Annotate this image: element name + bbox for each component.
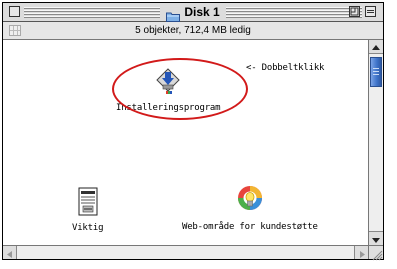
- title-bar[interactable]: Disk 1: [3, 3, 383, 22]
- highlight-circle: [112, 58, 248, 120]
- readme-label: Viktig: [72, 223, 104, 233]
- finder-window: Disk 1 5 objekter, 712,4 MB ledig Instal…: [2, 2, 384, 261]
- folder-icon: [166, 7, 181, 22]
- window-title: Disk 1: [184, 5, 220, 19]
- resize-grip-icon: [372, 250, 383, 261]
- scroll-up-button[interactable]: [369, 40, 383, 54]
- collapse-box[interactable]: [365, 6, 376, 17]
- vertical-scroll-thumb[interactable]: [370, 57, 382, 87]
- window-content: Installeringsprogram <- Dobbeltklikk Vik…: [3, 40, 368, 245]
- arrow-right-icon: [360, 251, 365, 258]
- zoom-box[interactable]: [349, 6, 360, 17]
- horizontal-scrollbar[interactable]: [3, 245, 368, 259]
- document-icon[interactable]: [77, 187, 99, 221]
- scroll-right-button[interactable]: [354, 246, 368, 259]
- support-item[interactable]: Web-område for kundestøtte: [182, 184, 318, 232]
- support-label: Web-område for kundestøtte: [182, 222, 318, 232]
- info-bar: 5 objekter, 712,4 MB ledig: [3, 22, 383, 40]
- arrow-left-icon: [7, 251, 12, 258]
- disk-info-text: 5 objekter, 712,4 MB ledig: [135, 25, 251, 36]
- arrow-up-icon: [372, 45, 380, 50]
- resize-grip[interactable]: [368, 245, 383, 261]
- vertical-scrollbar[interactable]: [368, 40, 383, 245]
- scroll-down-button[interactable]: [369, 231, 383, 245]
- scroll-left-button[interactable]: [3, 246, 17, 259]
- double-click-annotation: <- Dobbeltklikk: [246, 63, 325, 73]
- icon-view-grid-icon[interactable]: [9, 25, 21, 36]
- readme-item[interactable]: Viktig: [72, 187, 104, 233]
- lightbulb-icon[interactable]: [235, 184, 265, 220]
